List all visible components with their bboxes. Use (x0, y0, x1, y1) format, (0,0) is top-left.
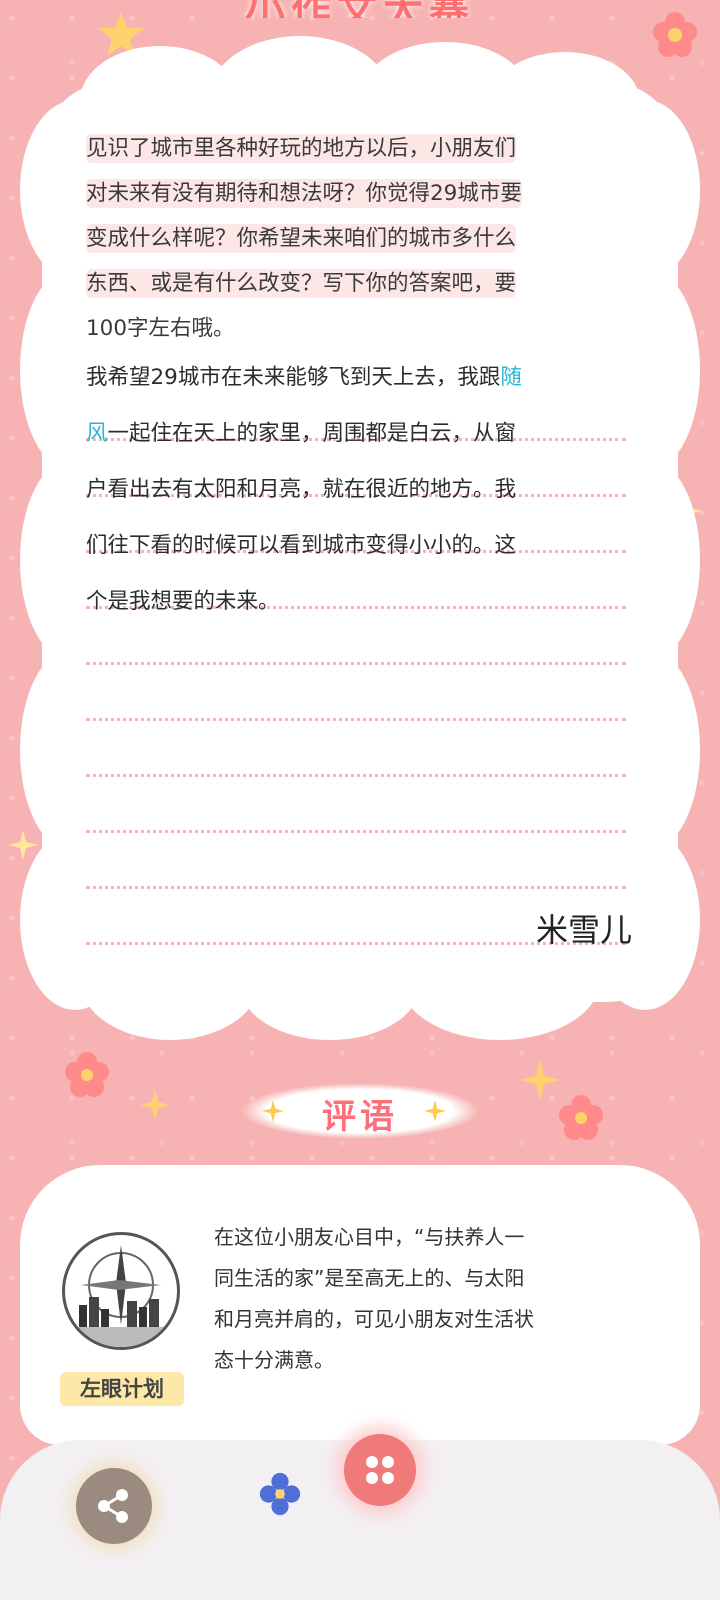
author-badge: 左眼计划 (60, 1372, 184, 1406)
share-button[interactable] (76, 1468, 152, 1544)
answer-text: 户看出去有太阳和月亮，就在很近的地方。我 (86, 477, 517, 502)
sparkle-icon (520, 1060, 560, 1100)
close-icon (366, 1456, 394, 1484)
question-line: 见识了城市里各种好玩的地方以后，小朋友们 (86, 134, 517, 163)
flower-icon (65, 1052, 109, 1097)
signature: 米雪儿 (535, 911, 632, 949)
close-button[interactable] (344, 1434, 416, 1506)
sparkle-icon (262, 1100, 284, 1122)
comment-line: 态十分满意。 (214, 1348, 334, 1372)
flower-icon (559, 1095, 603, 1140)
answer-text: 个是我想要的未来。 (86, 589, 280, 614)
avatar (62, 1232, 180, 1350)
comment-line: 和月亮并肩的，可见小朋友对生活状 (214, 1307, 534, 1331)
essay-answer: 我希望29城市在未来能够飞到天上去，我跟随 风一起住在天上的家里，周围都是白云，… (86, 350, 626, 630)
answer-text: 一起住在天上的家里，周围都是白云，从窗 (107, 421, 517, 446)
comment-line: 在这位小朋友心目中，“与扶养人一 (214, 1225, 525, 1249)
page-title: 小作文大赛 (200, 0, 520, 18)
question-line: 对未来有没有期待和想法呀？你觉得29城市要 (86, 179, 522, 208)
comment-text: 在这位小朋友心目中，“与扶养人一 同生活的家”是至高无上的、与太阳 和月亮并肩的… (214, 1217, 654, 1381)
answer-text: 我希望29城市在未来能够飞到天上去，我跟 (86, 365, 501, 390)
question-line: 东西、或是有什么改变？写下你的答案吧，要 (86, 269, 517, 298)
flower-icon (259, 1472, 301, 1516)
sparkle-icon (140, 1090, 170, 1120)
character-name-link[interactable]: 风 (86, 421, 108, 446)
question-line: 100字左右哦。 (86, 316, 235, 341)
sparkle-icon (424, 1100, 446, 1122)
essay-question: 见识了城市里各种好玩的地方以后，小朋友们 对未来有没有期待和想法呀？你觉得29城… (86, 126, 626, 351)
question-line: 变成什么样呢？你希望未来咱们的城市多什么 (86, 224, 517, 253)
compass-city-icon (65, 1245, 177, 1347)
comment-line: 同生活的家”是至高无上的、与太阳 (214, 1266, 525, 1290)
share-icon (98, 1489, 128, 1523)
answer-text: 们往下看的时候可以看到城市变得小小的。这 (86, 533, 517, 558)
character-name-link[interactable]: 随 (500, 365, 522, 390)
